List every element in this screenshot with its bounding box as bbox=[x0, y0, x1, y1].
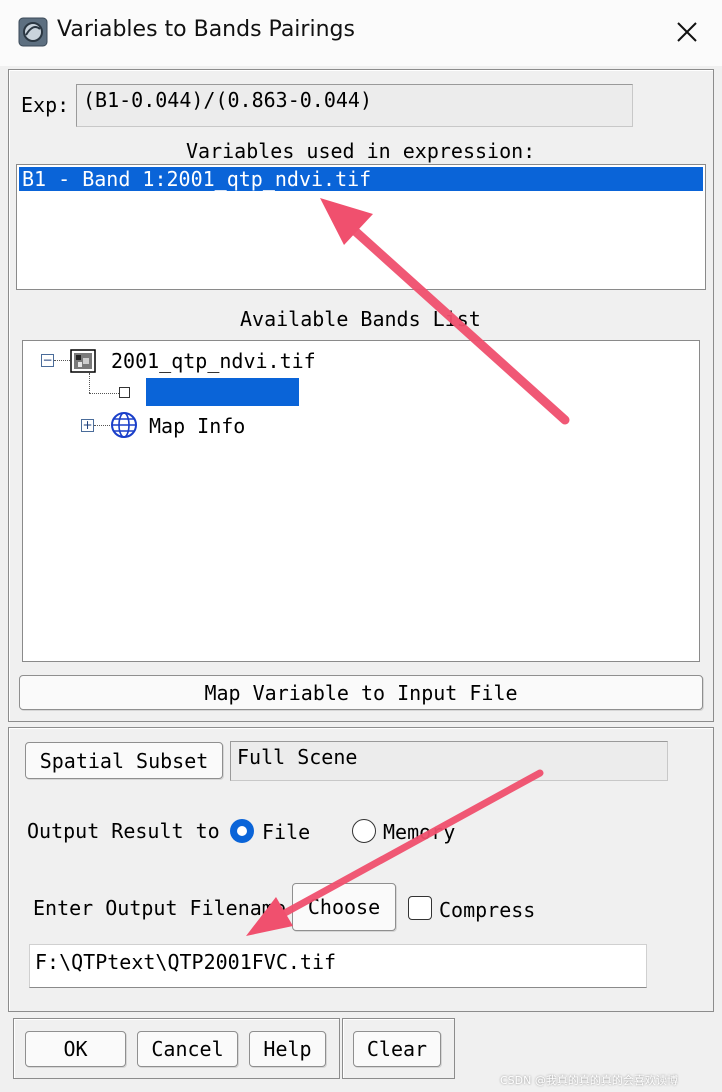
bands-heading: Available Bands List bbox=[240, 307, 481, 331]
cancel-button[interactable]: Cancel bbox=[137, 1031, 238, 1067]
collapse-icon[interactable]: − bbox=[41, 354, 54, 367]
title-bar: Variables to Bands Pairings bbox=[0, 0, 722, 66]
compress-checkbox[interactable] bbox=[408, 896, 432, 920]
output-result-label: Output Result to bbox=[27, 819, 220, 843]
bands-tree[interactable]: − 2001_qtp_ndvi.tif Band 1 + Map Info bbox=[22, 340, 700, 662]
ok-button[interactable]: OK bbox=[25, 1031, 126, 1067]
variables-list[interactable]: B1 - Band 1:2001_qtp_ndvi.tif bbox=[16, 164, 706, 290]
globe-icon bbox=[109, 411, 139, 439]
map-info-label[interactable]: Map Info bbox=[149, 414, 245, 438]
spatial-subset-button[interactable]: Spatial Subset bbox=[25, 742, 223, 779]
variable-item[interactable]: B1 - Band 1:2001_qtp_ndvi.tif bbox=[19, 167, 703, 191]
dialog-window: Variables to Bands Pairings Exp: (B1-0.0… bbox=[0, 0, 722, 1092]
csdn-watermark: CSDN @我真的真的真的会喜欢读博 bbox=[500, 1074, 678, 1087]
file-node-label[interactable]: 2001_qtp_ndvi.tif bbox=[111, 349, 316, 373]
spatial-subset-field: Full Scene bbox=[230, 741, 668, 781]
expression-field: (B1-0.044)/(0.863-0.044) bbox=[76, 84, 633, 127]
band-node[interactable]: Band 1 bbox=[146, 378, 299, 432]
expand-icon[interactable]: + bbox=[81, 419, 94, 432]
close-button[interactable] bbox=[664, 12, 710, 52]
compress-label[interactable]: Compress bbox=[439, 898, 535, 922]
output-filename-label: Enter Output Filename bbox=[33, 896, 286, 920]
raster-file-icon bbox=[70, 349, 96, 373]
variables-heading: Variables used in expression: bbox=[186, 139, 536, 163]
band-icon bbox=[119, 387, 130, 398]
output-file-label[interactable]: File bbox=[262, 820, 310, 844]
expression-label: Exp: bbox=[21, 93, 70, 117]
close-icon bbox=[677, 22, 697, 42]
output-memory-label[interactable]: Memory bbox=[383, 820, 455, 844]
window-title: Variables to Bands Pairings bbox=[57, 17, 355, 42]
map-variable-button[interactable]: Map Variable to Input File bbox=[19, 675, 703, 710]
output-file-radio[interactable] bbox=[230, 819, 254, 843]
clear-button[interactable]: Clear bbox=[353, 1031, 441, 1067]
help-button[interactable]: Help bbox=[249, 1031, 326, 1067]
envi-app-icon bbox=[18, 17, 48, 47]
choose-button[interactable]: Choose bbox=[292, 883, 396, 931]
output-memory-radio[interactable] bbox=[352, 819, 376, 843]
output-filename-input[interactable]: F:\QTPtext\QTP2001FVC.tif bbox=[29, 944, 647, 988]
